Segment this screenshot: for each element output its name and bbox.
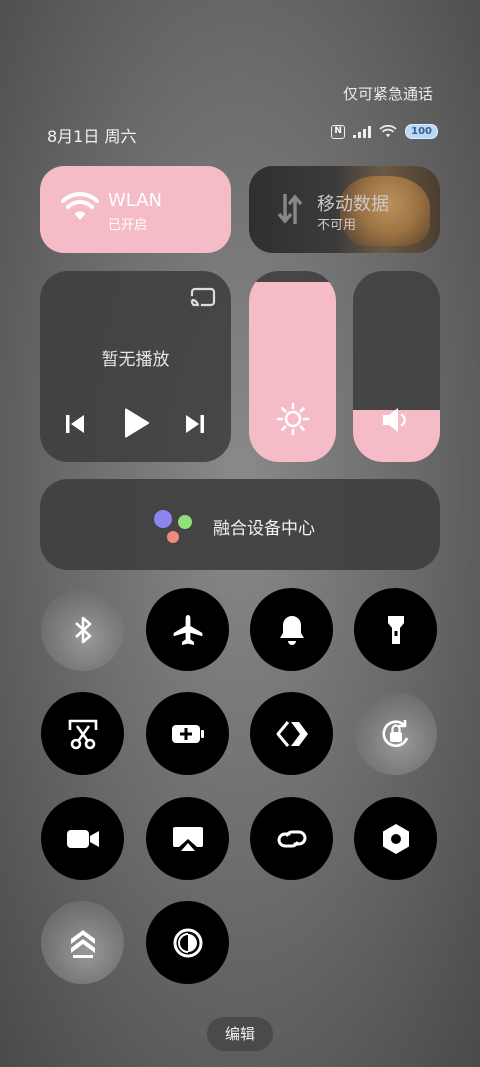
- airplane-mode-toggle[interactable]: [146, 588, 229, 671]
- hexagon-icon: [382, 823, 409, 854]
- emergency-call-only-text: 仅可紧急通话: [342, 85, 433, 103]
- bluetooth-icon: [74, 616, 91, 643]
- link-share-toggle[interactable]: [250, 797, 333, 880]
- rotation-lock-icon: [381, 719, 408, 747]
- wlan-status: 已开启: [108, 218, 148, 233]
- mobile-data-status: 不可用: [317, 218, 357, 233]
- mobile-data-title: 移动数据: [317, 194, 389, 215]
- wifi-icon: [61, 192, 99, 220]
- previous-track-icon[interactable]: [64, 412, 86, 436]
- cast-arrow-icon: [276, 720, 308, 747]
- screen-record-toggle[interactable]: [41, 797, 124, 880]
- date-text: 8月1日 周六: [47, 127, 137, 146]
- mobile-data-tile[interactable]: 移动数据 不可用: [249, 166, 440, 253]
- flashlight-icon: [387, 615, 404, 644]
- signal-icon: [353, 125, 372, 138]
- settings-toggle[interactable]: [354, 797, 437, 880]
- bluetooth-toggle[interactable]: [41, 588, 124, 671]
- next-track-icon[interactable]: [184, 412, 206, 436]
- dark-mode-toggle[interactable]: [146, 901, 229, 984]
- play-icon[interactable]: [122, 407, 150, 439]
- video-camera-icon: [66, 829, 99, 848]
- screen-mirror-toggle[interactable]: [146, 797, 229, 880]
- cast-toggle[interactable]: [250, 692, 333, 775]
- device-hub-icon: [154, 510, 192, 543]
- wlan-title: WLAN: [108, 190, 163, 211]
- volume-slider[interactable]: [353, 271, 440, 462]
- speaker-icon: [383, 408, 406, 432]
- cast-icon[interactable]: [190, 287, 216, 309]
- bell-icon: [279, 615, 304, 645]
- battery-plus-icon: [171, 724, 204, 743]
- battery-saver-toggle[interactable]: [146, 692, 229, 775]
- flashlight-toggle[interactable]: [354, 588, 437, 671]
- sun-icon: [276, 402, 310, 436]
- battery-icon: 100: [405, 124, 438, 139]
- device-hub-tile[interactable]: 融合设备中心: [40, 479, 440, 570]
- link-icon: [277, 830, 306, 847]
- wlan-tile[interactable]: WLAN 已开启: [40, 166, 231, 253]
- media-status: 暂无播放: [101, 350, 170, 370]
- nfc-icon: N: [331, 124, 346, 139]
- device-hub-label: 融合设备中心: [213, 519, 315, 539]
- chevrons-up-icon: [70, 929, 95, 958]
- airplane-icon: [173, 614, 202, 645]
- wifi-status-icon: [379, 125, 397, 138]
- screenshot-toggle[interactable]: [41, 692, 124, 775]
- scissors-icon: [68, 719, 97, 749]
- contrast-icon: [173, 928, 202, 957]
- performance-toggle[interactable]: [41, 901, 124, 984]
- edit-button[interactable]: 编辑: [207, 1017, 273, 1051]
- brightness-slider[interactable]: [249, 271, 336, 462]
- mobile-data-icon: [277, 194, 303, 224]
- rotation-lock-toggle[interactable]: [354, 692, 437, 775]
- sound-toggle[interactable]: [250, 588, 333, 671]
- airplay-icon: [172, 826, 203, 851]
- media-player-tile[interactable]: 暂无播放: [40, 271, 231, 462]
- status-bar-icons: N 100: [331, 124, 438, 139]
